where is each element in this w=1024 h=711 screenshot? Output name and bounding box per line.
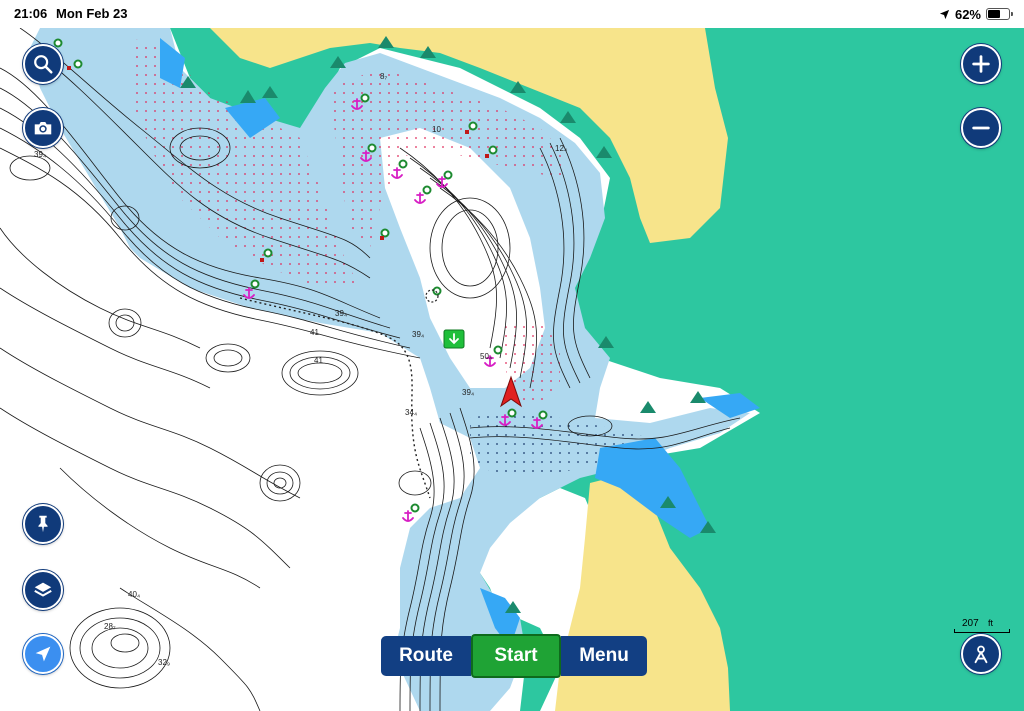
status-time: 21:06 [14,6,48,21]
camera-icon [34,122,52,135]
waypoint-flag-icon[interactable] [443,329,465,349]
camera-button[interactable] [23,108,63,148]
depth-label: 12₄ [555,144,568,153]
battery-percent: 62% [954,6,981,22]
minus-icon [972,126,990,130]
layers-icon [34,582,52,597]
chart-canvas[interactable] [0,28,1024,711]
bottom-action-bar: Route Start Menu [381,634,647,678]
zoom-out-button[interactable] [961,108,1001,148]
battery-fill [988,10,1001,18]
menu-button[interactable]: Menu [561,636,647,676]
scale-line [954,629,1010,633]
start-button[interactable]: Start [471,634,561,678]
depth-label: 41 [310,328,319,337]
pin-icon [38,515,48,533]
status-right: 62% [939,5,1013,23]
add-marker-button[interactable] [23,504,63,544]
scale-unit: ft [988,618,994,628]
zoom-in-button[interactable] [961,44,1001,84]
battery-icon [986,8,1013,20]
location-arrow-icon [939,9,950,19]
depth-label: 32₉ [158,658,171,667]
autopilot-button[interactable] [961,634,1001,674]
depth-label: 8₇ [380,72,388,81]
status-date: Mon Feb 23 [56,6,128,21]
locate-button[interactable] [23,634,63,674]
search-button[interactable] [23,44,63,84]
navigation-arrow-icon [35,646,51,662]
depth-label: 50₄ [480,352,493,361]
depth-label: 41 [314,356,323,365]
status-bar: 21:06 Mon Feb 23 62% [0,0,1024,28]
autopilot-icon [974,645,988,664]
depth-label: 40₄ [128,590,141,599]
plus-icon [972,55,990,73]
scale-value: 207 [962,618,979,629]
depth-label: 28₇ [104,622,116,631]
depth-label: 39₄ [462,388,475,397]
depth-label: 39₄ [335,309,348,318]
search-icon [34,55,53,74]
map-scale: 207 ft [954,618,1010,633]
depth-label: 10 [432,125,441,134]
depth-label: 39₄ [34,150,47,159]
depth-label: 39₄ [412,330,425,339]
nautical-chart[interactable] [0,28,1024,711]
layers-button[interactable] [23,570,63,610]
depth-label: 34₄ [405,408,418,417]
route-button[interactable]: Route [381,636,471,676]
